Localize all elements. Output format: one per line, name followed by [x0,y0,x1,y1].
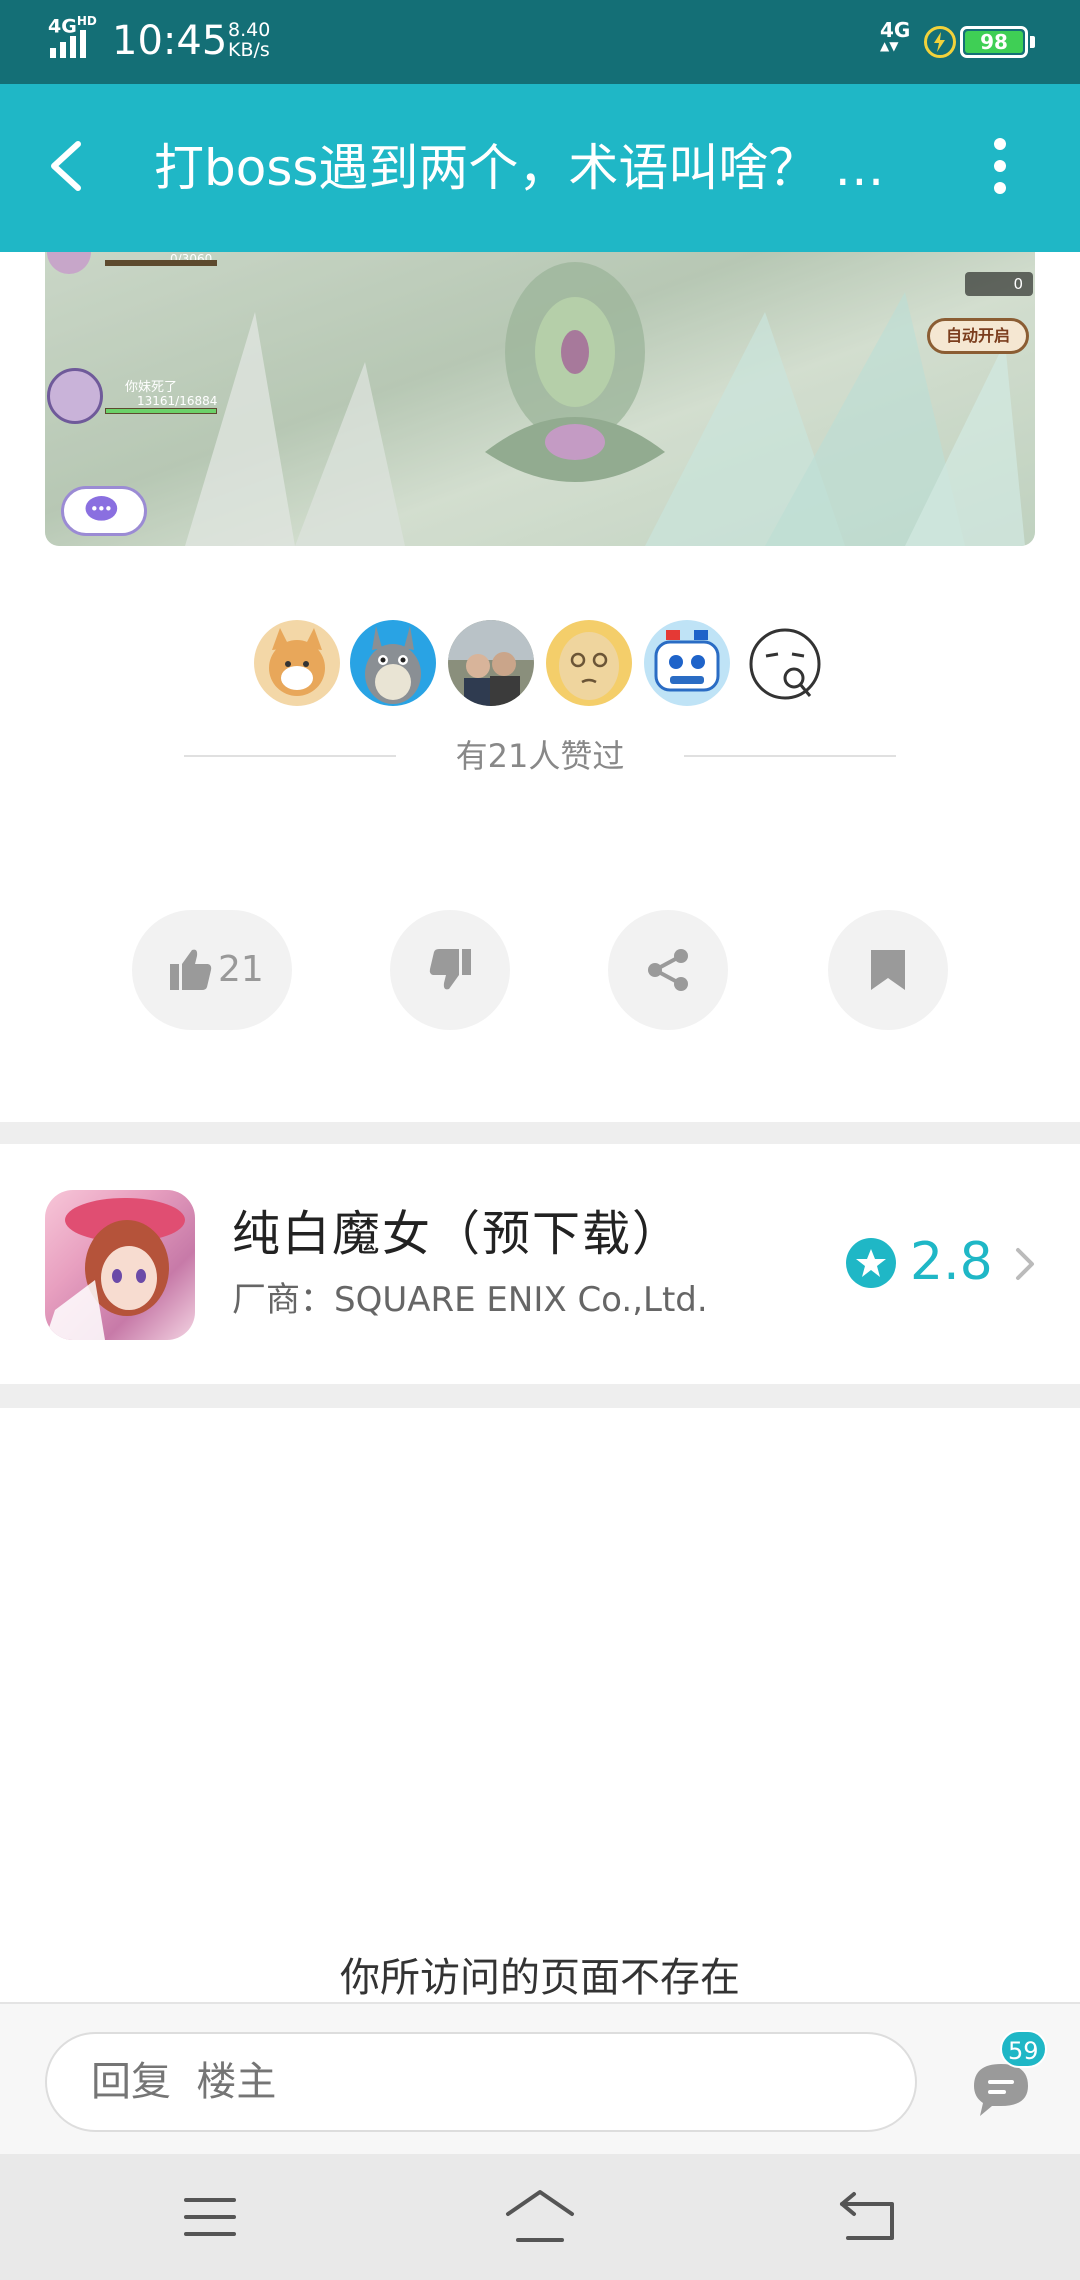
divider-left [184,755,396,757]
game-vendor: 厂商：SQUARE ENIX Co.,Ltd. [232,1280,708,1320]
menu-icon[interactable] [170,2184,250,2250]
treasure-counter: 0 [965,272,1033,296]
reply-bar: 59 [0,2002,1080,2154]
status-bar: 4GHD 10:45 8.40 KB/s 4G ▲▼ 98 [0,0,1080,84]
game-card[interactable]: 纯白魔女（预下载） 厂商：SQUARE ENIX Co.,Ltd. 2.8 [0,1144,1080,1384]
player-hp-bar [105,408,217,414]
player-name: 你妹死了 [125,380,178,395]
bookmark-icon [871,950,905,990]
game-rating: 2.8 [910,1232,993,1292]
more-vertical-icon[interactable] [980,134,1020,198]
like-button[interactable]: 21 [132,910,292,1030]
back-nav-icon[interactable] [830,2184,910,2250]
like-count: 21 [218,949,264,990]
clock: 10:45 [112,18,228,64]
liker-avatars [0,620,1080,708]
game-name: 纯白魔女（预下载） [232,1206,683,1262]
share-icon [648,949,688,991]
sketch-face-avatar[interactable] [742,620,828,706]
auto-battle-badge: 自动开启 [927,318,1029,354]
post-image[interactable]: 0/3060 你妹死了 13161/16884 0 自动开启 [45,252,1035,546]
boss-hp-bar [105,260,217,266]
page-not-found-message: 你所访问的页面不存在 [340,1955,740,2001]
player-hp-text: 13161/16884 [137,394,218,408]
comment-count-badge: 59 [1000,2030,1047,2068]
game-app-icon [45,1190,195,1340]
likes-summary: 有21人赞过 [0,732,1080,780]
post-actions: 21 [0,910,1080,1032]
totoro-avatar[interactable] [350,620,436,706]
photo-avatar[interactable] [448,620,534,706]
app-bar: 打boss遇到两个，术语叫啥？ … [0,84,1080,252]
home-icon[interactable] [500,2184,580,2250]
page-title: 打boss遇到两个，术语叫啥？ … [154,139,885,197]
chat-bubble-icon [61,486,147,536]
robot-car-avatar[interactable] [644,620,730,706]
chevron-right-icon [1016,1248,1034,1280]
likes-caption[interactable]: 有21人赞过 [396,732,684,780]
battery-level: 98 [965,31,1023,53]
player-portrait [47,368,103,424]
divider-right [684,755,896,757]
network-speed: 8.40 KB/s [228,19,271,61]
back-arrow-icon[interactable] [36,134,100,198]
network-type-left: 4GHD [48,14,97,38]
thumbs-down-icon [429,949,471,990]
section-separator [0,1384,1080,1408]
dog-avatar[interactable] [254,620,340,706]
dislike-button[interactable] [390,910,510,1030]
reply-input[interactable] [45,2032,917,2132]
section-separator [0,1122,1080,1144]
battery-tip [1030,36,1035,48]
cartoon-face-avatar[interactable] [546,620,632,706]
charging-icon [924,26,956,58]
network-type-right: 4G ▲▼ [880,18,911,53]
bookmark-button[interactable] [828,910,948,1030]
star-icon [846,1238,896,1288]
battery-icon: 98 [960,26,1028,58]
screen: 4GHD 10:45 8.40 KB/s 4G ▲▼ 98 打boss遇到两个，… [0,0,1080,2280]
thumbs-up-icon [170,949,212,990]
share-button[interactable] [608,910,728,1030]
system-nav-bar [0,2154,1080,2280]
